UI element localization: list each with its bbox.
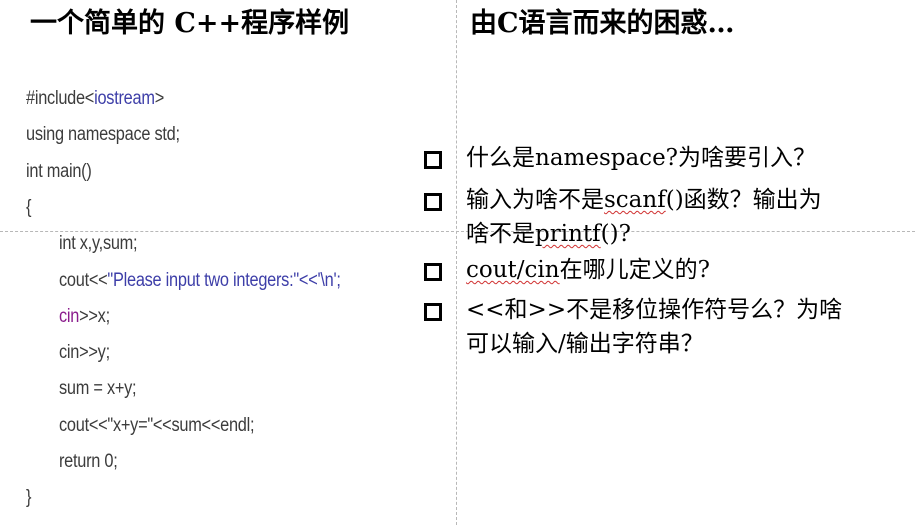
code-line: return 0;	[59, 451, 118, 473]
code-segment: return 0;	[59, 451, 118, 472]
code-line: }	[26, 487, 31, 509]
question-text-segment: ()?	[600, 221, 631, 247]
question-text-segment: 可以输入/输出字符串？	[466, 331, 704, 357]
code-segment: cout<<	[59, 270, 108, 291]
square-bullet-icon	[424, 263, 442, 281]
code-line: {	[26, 197, 31, 219]
code-line: #include<iostream>	[26, 88, 164, 110]
code-line: int x,y,sum;	[59, 233, 138, 255]
code-segment: int main()	[26, 161, 92, 182]
question-text-segment: ()函数？输出为	[665, 187, 822, 213]
spellcheck-flagged-text: printf	[535, 221, 601, 247]
code-segment: iostream	[94, 88, 155, 109]
code-segment: }	[26, 487, 32, 508]
code-line: int main()	[26, 161, 92, 183]
slide: 一个简单的 C++程序样例 由C语言而来的困惑… #include<iostre…	[0, 0, 915, 525]
spellcheck-flagged-text: cout/cin	[466, 257, 560, 283]
spellcheck-flagged-text: scanf	[604, 187, 666, 213]
code-segment: cout<<"x+y="<<sum<<endl;	[59, 415, 255, 436]
square-bullet-icon	[424, 303, 442, 321]
question-text-line: cout/cin在哪儿定义的?	[466, 253, 886, 287]
code-panel: #include<iostream> using namespace std; in…	[0, 60, 456, 520]
code-line: cin>>x;	[59, 306, 110, 328]
code-line: cin>>y;	[59, 342, 110, 364]
question-text-line: 啥不是printf()?	[466, 217, 886, 251]
square-bullet-icon	[424, 151, 442, 169]
code-line: sum = x+y;	[59, 378, 137, 400]
question-text: cout/cin在哪儿定义的?	[466, 253, 886, 287]
code-segment: cin	[59, 306, 80, 327]
question-text-segment: 什么是namespace?为啥要引入？	[466, 145, 817, 171]
code-segment: "Please input two integers:"<<'\n';	[107, 270, 341, 291]
question-text-line: 什么是namespace?为啥要引入？	[466, 141, 886, 175]
vertical-divider	[456, 0, 457, 525]
code-segment: sum = x+y;	[59, 378, 137, 399]
code-segment: #include<	[26, 88, 95, 109]
question-text: 什么是namespace?为啥要引入？	[466, 141, 886, 175]
code-segment: {	[26, 197, 32, 218]
code-line: cout<<"Please input two integers:"<<'\n'…	[59, 270, 341, 292]
question-text: <<和>>不是移位操作符号么？为啥 可以输入/输出字符串？	[466, 293, 886, 361]
code-line: cout<<"x+y="<<sum<<endl;	[59, 415, 255, 437]
question-text-line: 输入为啥不是scanf()函数？输出为	[466, 183, 886, 217]
code-segment: >	[154, 88, 165, 109]
question-text-segment: 啥不是	[466, 221, 535, 247]
question-text-segment: 在哪儿定义的?	[559, 257, 710, 283]
right-title: 由C语言而来的困惑…	[470, 8, 735, 39]
code-line: using namespace std;	[26, 124, 180, 146]
left-title: 一个简单的 C++程序样例	[30, 8, 350, 39]
code-segment: int x,y,sum;	[59, 233, 138, 254]
question-text-segment: <<和>>不是移位操作符号么？为啥	[466, 297, 843, 323]
square-bullet-icon	[424, 193, 442, 211]
question-text: 输入为啥不是scanf()函数？输出为 啥不是printf()?	[466, 183, 886, 251]
question-text-line: 可以输入/输出字符串？	[466, 327, 886, 361]
code-segment: >>x;	[79, 306, 110, 327]
code-segment: cin>>y;	[59, 342, 110, 363]
code-segment: using namespace std;	[26, 124, 180, 145]
question-text-segment: 输入为啥不是	[466, 187, 604, 213]
question-text-line: <<和>>不是移位操作符号么？为啥	[466, 293, 886, 327]
